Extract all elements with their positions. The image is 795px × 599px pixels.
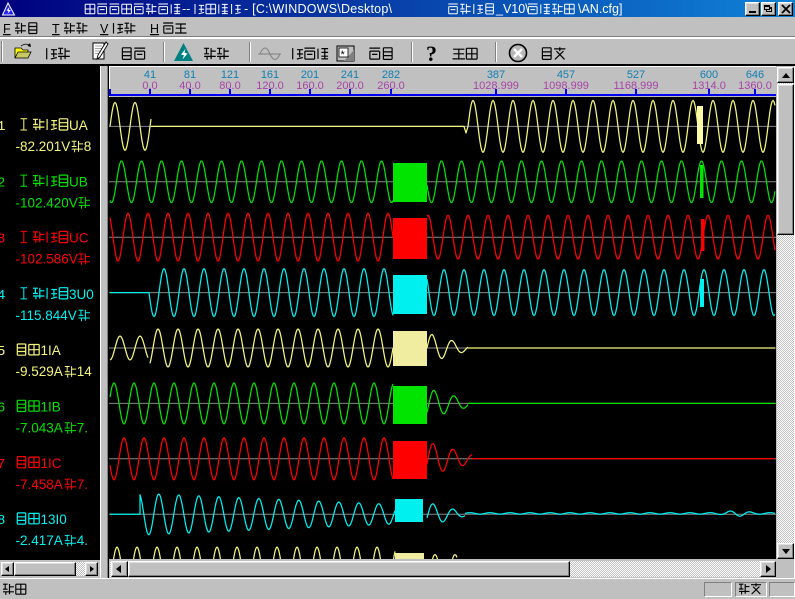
svg-text:4: 4 xyxy=(0,288,5,304)
svg-text:80.0: 80.0 xyxy=(219,80,240,92)
svg-text:6: 6 xyxy=(0,401,5,417)
svg-text:0.0: 0.0 xyxy=(142,80,157,92)
svg-text:8: 8 xyxy=(84,139,92,154)
svg-text:H: H xyxy=(150,22,159,36)
svg-text:T: T xyxy=(52,22,60,36)
svg-text:3U0: 3U0 xyxy=(69,287,94,302)
svg-text:\AN.cfg]: \AN.cfg] xyxy=(578,2,622,16)
svg-text:1168.999: 1168.999 xyxy=(613,80,658,92)
svg-text:-82.201V: -82.201V xyxy=(16,139,71,154)
svg-text:-2.417A: -2.417A xyxy=(16,533,63,548)
svg-text:4.: 4. xyxy=(77,533,88,548)
svg-text:_V10\: _V10\ xyxy=(495,2,529,16)
svg-text:120.0: 120.0 xyxy=(256,80,284,92)
svg-text:260.0: 260.0 xyxy=(377,80,405,92)
svg-text:7.: 7. xyxy=(77,477,88,492)
svg-text:- [C:\WINDOWS\Desktop\: - [C:\WINDOWS\Desktop\ xyxy=(244,2,393,16)
svg-text:F: F xyxy=(3,22,11,36)
svg-text:-7.458A: -7.458A xyxy=(16,477,63,492)
svg-text:1098.999: 1098.999 xyxy=(543,80,589,92)
svg-text:14: 14 xyxy=(77,364,93,379)
svg-text:-115.844V: -115.844V xyxy=(16,308,77,323)
svg-text:1360.0: 1360.0 xyxy=(738,80,772,92)
svg-text:7.: 7. xyxy=(77,421,88,436)
svg-text:V: V xyxy=(100,22,109,36)
svg-text:1IC: 1IC xyxy=(41,456,62,471)
svg-text:-102.420V: -102.420V xyxy=(16,195,78,210)
svg-text:1028.999: 1028.999 xyxy=(473,80,519,92)
svg-text:8: 8 xyxy=(0,513,5,529)
svg-text:UA: UA xyxy=(69,118,88,133)
svg-text:1IA: 1IA xyxy=(41,343,61,358)
svg-text:200.0: 200.0 xyxy=(336,80,364,92)
svg-text:1: 1 xyxy=(0,119,5,135)
svg-text:160.0: 160.0 xyxy=(296,80,324,92)
svg-text:-102.586V: -102.586V xyxy=(16,252,78,267)
svg-text:UC: UC xyxy=(69,231,89,246)
svg-text:?: ? xyxy=(426,41,437,65)
svg-text:1314.0: 1314.0 xyxy=(692,80,726,92)
svg-text:7: 7 xyxy=(0,457,5,473)
svg-text:40.0: 40.0 xyxy=(179,80,200,92)
svg-text:*: * xyxy=(341,49,346,61)
svg-text:--: -- xyxy=(182,2,190,16)
svg-text:-7.043A: -7.043A xyxy=(16,421,63,436)
svg-text:UB: UB xyxy=(69,174,88,189)
svg-text:2: 2 xyxy=(0,175,5,191)
svg-text:1IB: 1IB xyxy=(41,400,61,415)
svg-text:13I0: 13I0 xyxy=(41,512,67,527)
svg-text:3: 3 xyxy=(0,232,5,248)
svg-text:5: 5 xyxy=(0,344,5,360)
svg-text:-9.529A: -9.529A xyxy=(16,364,63,379)
